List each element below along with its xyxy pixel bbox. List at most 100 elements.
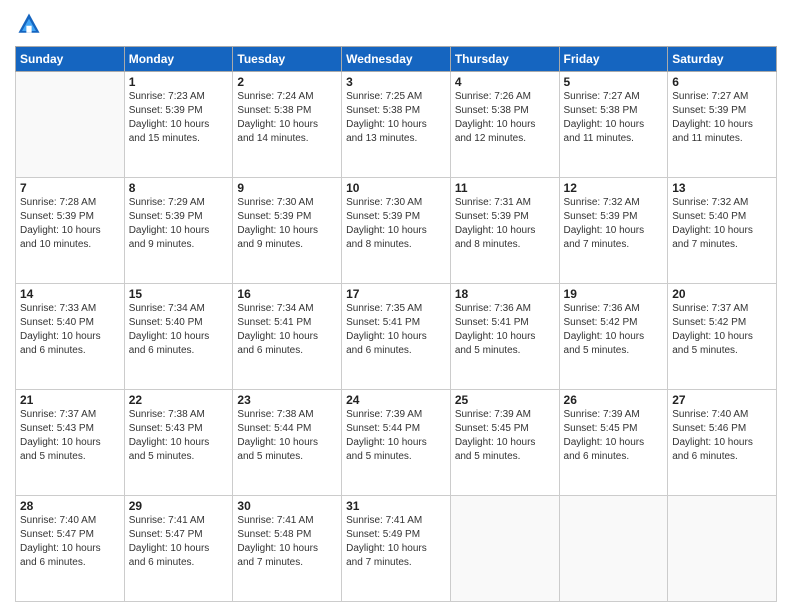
- calendar-cell: 29Sunrise: 7:41 AM Sunset: 5:47 PM Dayli…: [124, 496, 233, 602]
- calendar-cell: 1Sunrise: 7:23 AM Sunset: 5:39 PM Daylig…: [124, 72, 233, 178]
- calendar-cell: [668, 496, 777, 602]
- weekday-thursday: Thursday: [450, 47, 559, 72]
- day-info: Sunrise: 7:41 AM Sunset: 5:48 PM Dayligh…: [237, 514, 337, 570]
- calendar-cell: 26Sunrise: 7:39 AM Sunset: 5:45 PM Dayli…: [559, 390, 668, 496]
- day-number: 25: [455, 393, 555, 407]
- day-info: Sunrise: 7:36 AM Sunset: 5:42 PM Dayligh…: [564, 302, 664, 358]
- week-row-2: 14Sunrise: 7:33 AM Sunset: 5:40 PM Dayli…: [16, 284, 777, 390]
- day-number: 17: [346, 287, 446, 301]
- day-info: Sunrise: 7:39 AM Sunset: 5:44 PM Dayligh…: [346, 408, 446, 464]
- day-number: 9: [237, 181, 337, 195]
- calendar-cell: 9Sunrise: 7:30 AM Sunset: 5:39 PM Daylig…: [233, 178, 342, 284]
- calendar-cell: 24Sunrise: 7:39 AM Sunset: 5:44 PM Dayli…: [342, 390, 451, 496]
- day-number: 24: [346, 393, 446, 407]
- day-info: Sunrise: 7:27 AM Sunset: 5:39 PM Dayligh…: [672, 90, 772, 146]
- week-row-0: 1Sunrise: 7:23 AM Sunset: 5:39 PM Daylig…: [16, 72, 777, 178]
- calendar-cell: 30Sunrise: 7:41 AM Sunset: 5:48 PM Dayli…: [233, 496, 342, 602]
- day-number: 31: [346, 499, 446, 513]
- day-number: 14: [20, 287, 120, 301]
- day-info: Sunrise: 7:32 AM Sunset: 5:39 PM Dayligh…: [564, 196, 664, 252]
- calendar-cell: 15Sunrise: 7:34 AM Sunset: 5:40 PM Dayli…: [124, 284, 233, 390]
- day-number: 23: [237, 393, 337, 407]
- calendar-cell: 25Sunrise: 7:39 AM Sunset: 5:45 PM Dayli…: [450, 390, 559, 496]
- day-number: 30: [237, 499, 337, 513]
- day-info: Sunrise: 7:26 AM Sunset: 5:38 PM Dayligh…: [455, 90, 555, 146]
- day-number: 27: [672, 393, 772, 407]
- day-number: 10: [346, 181, 446, 195]
- weekday-wednesday: Wednesday: [342, 47, 451, 72]
- day-info: Sunrise: 7:33 AM Sunset: 5:40 PM Dayligh…: [20, 302, 120, 358]
- day-info: Sunrise: 7:38 AM Sunset: 5:43 PM Dayligh…: [129, 408, 229, 464]
- day-info: Sunrise: 7:40 AM Sunset: 5:46 PM Dayligh…: [672, 408, 772, 464]
- calendar-cell: [559, 496, 668, 602]
- day-info: Sunrise: 7:28 AM Sunset: 5:39 PM Dayligh…: [20, 196, 120, 252]
- week-row-3: 21Sunrise: 7:37 AM Sunset: 5:43 PM Dayli…: [16, 390, 777, 496]
- weekday-saturday: Saturday: [668, 47, 777, 72]
- day-number: 28: [20, 499, 120, 513]
- weekday-friday: Friday: [559, 47, 668, 72]
- header: [15, 10, 777, 38]
- calendar-cell: 7Sunrise: 7:28 AM Sunset: 5:39 PM Daylig…: [16, 178, 125, 284]
- day-info: Sunrise: 7:31 AM Sunset: 5:39 PM Dayligh…: [455, 196, 555, 252]
- day-info: Sunrise: 7:29 AM Sunset: 5:39 PM Dayligh…: [129, 196, 229, 252]
- day-number: 19: [564, 287, 664, 301]
- calendar-cell: [450, 496, 559, 602]
- day-info: Sunrise: 7:37 AM Sunset: 5:43 PM Dayligh…: [20, 408, 120, 464]
- logo-icon: [15, 10, 43, 38]
- day-info: Sunrise: 7:40 AM Sunset: 5:47 PM Dayligh…: [20, 514, 120, 570]
- logo: [15, 10, 47, 38]
- calendar-cell: 27Sunrise: 7:40 AM Sunset: 5:46 PM Dayli…: [668, 390, 777, 496]
- day-info: Sunrise: 7:39 AM Sunset: 5:45 PM Dayligh…: [455, 408, 555, 464]
- calendar-cell: 14Sunrise: 7:33 AM Sunset: 5:40 PM Dayli…: [16, 284, 125, 390]
- day-number: 18: [455, 287, 555, 301]
- calendar-cell: [16, 72, 125, 178]
- day-info: Sunrise: 7:35 AM Sunset: 5:41 PM Dayligh…: [346, 302, 446, 358]
- calendar-cell: 3Sunrise: 7:25 AM Sunset: 5:38 PM Daylig…: [342, 72, 451, 178]
- calendar-cell: 19Sunrise: 7:36 AM Sunset: 5:42 PM Dayli…: [559, 284, 668, 390]
- day-number: 20: [672, 287, 772, 301]
- day-info: Sunrise: 7:27 AM Sunset: 5:38 PM Dayligh…: [564, 90, 664, 146]
- weekday-tuesday: Tuesday: [233, 47, 342, 72]
- day-info: Sunrise: 7:34 AM Sunset: 5:41 PM Dayligh…: [237, 302, 337, 358]
- weekday-header: SundayMondayTuesdayWednesdayThursdayFrid…: [16, 47, 777, 72]
- day-number: 16: [237, 287, 337, 301]
- calendar-cell: 13Sunrise: 7:32 AM Sunset: 5:40 PM Dayli…: [668, 178, 777, 284]
- day-number: 7: [20, 181, 120, 195]
- calendar-cell: 2Sunrise: 7:24 AM Sunset: 5:38 PM Daylig…: [233, 72, 342, 178]
- day-info: Sunrise: 7:30 AM Sunset: 5:39 PM Dayligh…: [346, 196, 446, 252]
- calendar-cell: 21Sunrise: 7:37 AM Sunset: 5:43 PM Dayli…: [16, 390, 125, 496]
- day-number: 2: [237, 75, 337, 89]
- calendar-cell: 20Sunrise: 7:37 AM Sunset: 5:42 PM Dayli…: [668, 284, 777, 390]
- day-number: 29: [129, 499, 229, 513]
- calendar-cell: 12Sunrise: 7:32 AM Sunset: 5:39 PM Dayli…: [559, 178, 668, 284]
- day-number: 1: [129, 75, 229, 89]
- day-number: 22: [129, 393, 229, 407]
- day-info: Sunrise: 7:39 AM Sunset: 5:45 PM Dayligh…: [564, 408, 664, 464]
- day-number: 3: [346, 75, 446, 89]
- day-number: 15: [129, 287, 229, 301]
- page: SundayMondayTuesdayWednesdayThursdayFrid…: [0, 0, 792, 612]
- day-number: 13: [672, 181, 772, 195]
- calendar-cell: 4Sunrise: 7:26 AM Sunset: 5:38 PM Daylig…: [450, 72, 559, 178]
- calendar-table: SundayMondayTuesdayWednesdayThursdayFrid…: [15, 46, 777, 602]
- calendar-cell: 16Sunrise: 7:34 AM Sunset: 5:41 PM Dayli…: [233, 284, 342, 390]
- weekday-sunday: Sunday: [16, 47, 125, 72]
- calendar-cell: 5Sunrise: 7:27 AM Sunset: 5:38 PM Daylig…: [559, 72, 668, 178]
- day-number: 5: [564, 75, 664, 89]
- day-number: 21: [20, 393, 120, 407]
- calendar-cell: 10Sunrise: 7:30 AM Sunset: 5:39 PM Dayli…: [342, 178, 451, 284]
- day-info: Sunrise: 7:25 AM Sunset: 5:38 PM Dayligh…: [346, 90, 446, 146]
- day-info: Sunrise: 7:34 AM Sunset: 5:40 PM Dayligh…: [129, 302, 229, 358]
- day-number: 26: [564, 393, 664, 407]
- calendar-cell: 22Sunrise: 7:38 AM Sunset: 5:43 PM Dayli…: [124, 390, 233, 496]
- calendar-cell: 8Sunrise: 7:29 AM Sunset: 5:39 PM Daylig…: [124, 178, 233, 284]
- day-number: 11: [455, 181, 555, 195]
- day-info: Sunrise: 7:30 AM Sunset: 5:39 PM Dayligh…: [237, 196, 337, 252]
- calendar-cell: 31Sunrise: 7:41 AM Sunset: 5:49 PM Dayli…: [342, 496, 451, 602]
- day-number: 6: [672, 75, 772, 89]
- day-number: 8: [129, 181, 229, 195]
- weekday-monday: Monday: [124, 47, 233, 72]
- day-info: Sunrise: 7:24 AM Sunset: 5:38 PM Dayligh…: [237, 90, 337, 146]
- day-info: Sunrise: 7:32 AM Sunset: 5:40 PM Dayligh…: [672, 196, 772, 252]
- day-info: Sunrise: 7:41 AM Sunset: 5:47 PM Dayligh…: [129, 514, 229, 570]
